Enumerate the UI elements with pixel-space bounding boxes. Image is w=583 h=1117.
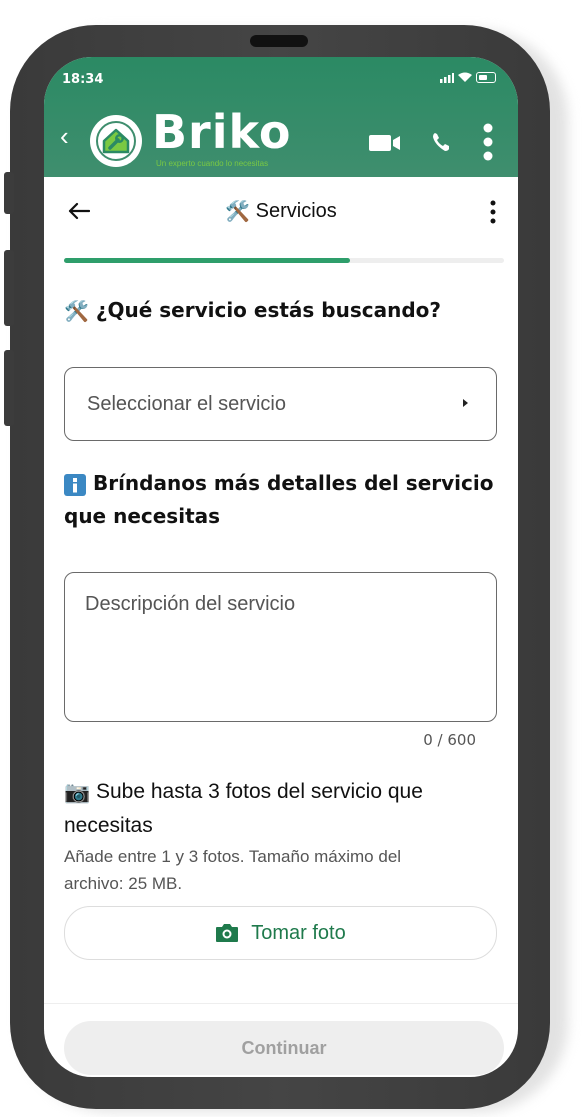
wifi-icon — [458, 72, 472, 82]
phone-speaker — [250, 35, 308, 47]
phone-side-button — [4, 172, 14, 214]
back-chevron-icon[interactable]: ‹ — [60, 123, 69, 149]
briko-logo — [90, 115, 142, 167]
sub-header: 🛠️ Servicios — [44, 177, 518, 247]
footer-divider — [44, 1003, 518, 1004]
continue-button[interactable]: Continuar — [64, 1021, 504, 1075]
phone-side-button — [4, 350, 14, 426]
details-question: Bríndanos más detalles del servicio que … — [64, 467, 504, 533]
kebab-menu-icon[interactable] — [490, 200, 496, 224]
photos-hint: Añade entre 1 y 3 fotos. Tamaño máximo d… — [64, 843, 484, 897]
service-question: 🛠️ ¿Qué servicio estás buscando? — [64, 294, 504, 328]
take-photo-button[interactable]: Tomar foto — [64, 906, 497, 960]
camera-icon — [216, 924, 239, 942]
status-icons — [440, 72, 496, 83]
photos-heading: 📷 Sube hasta 3 fotos del servicio que ne… — [64, 775, 504, 842]
hammer-wrench-icon: 🛠️ — [64, 299, 89, 323]
photos-heading-line1: Sube hasta 3 fotos del servicio que — [96, 780, 423, 803]
more-options-icon[interactable] — [483, 123, 493, 161]
house-wrench-icon — [96, 121, 136, 161]
photos-hint-line2: archivo: 25 MB. — [64, 874, 183, 893]
service-question-text: ¿Qué servicio estás buscando? — [95, 298, 441, 322]
signal-icon — [440, 72, 454, 83]
battery-icon — [476, 72, 496, 83]
details-question-line1: Bríndanos más detalles del servicio — [92, 471, 494, 495]
hammer-wrench-icon: 🛠️ — [225, 201, 251, 223]
page-title-text: Servicios — [255, 199, 337, 222]
camera-icon: 📷 — [64, 780, 91, 804]
description-textarea[interactable]: Descripción del servicio — [64, 572, 497, 722]
phone-side-button — [4, 250, 14, 326]
photos-hint-line1: Añade entre 1 y 3 fotos. Tamaño máximo d… — [64, 847, 402, 866]
video-call-icon[interactable] — [369, 134, 401, 152]
info-icon — [64, 473, 86, 496]
take-photo-label: Tomar foto — [251, 921, 346, 944]
description-placeholder: Descripción del servicio — [85, 593, 296, 615]
brand-name: Briko — [152, 105, 292, 159]
progress-fill — [64, 258, 350, 263]
service-select[interactable]: Seleccionar el servicio — [64, 367, 497, 441]
phone-call-icon[interactable] — [432, 132, 452, 152]
service-select-placeholder: Seleccionar el servicio — [87, 393, 286, 415]
char-counter: 0 / 600 — [423, 731, 476, 749]
details-question-line2: que necesitas — [64, 504, 221, 528]
page-title: 🛠️ Servicios — [44, 199, 518, 224]
screen: 18:34 ‹ Briko Un experto cuando lo neces… — [44, 57, 518, 1077]
app-header: 18:34 ‹ Briko Un experto cuando lo neces… — [44, 57, 518, 177]
photos-heading-line2: necesitas — [64, 813, 153, 837]
caret-right-icon — [463, 399, 468, 407]
brand-tagline: Un experto cuando lo necesitas — [156, 159, 269, 168]
status-time: 18:34 — [62, 72, 104, 87]
